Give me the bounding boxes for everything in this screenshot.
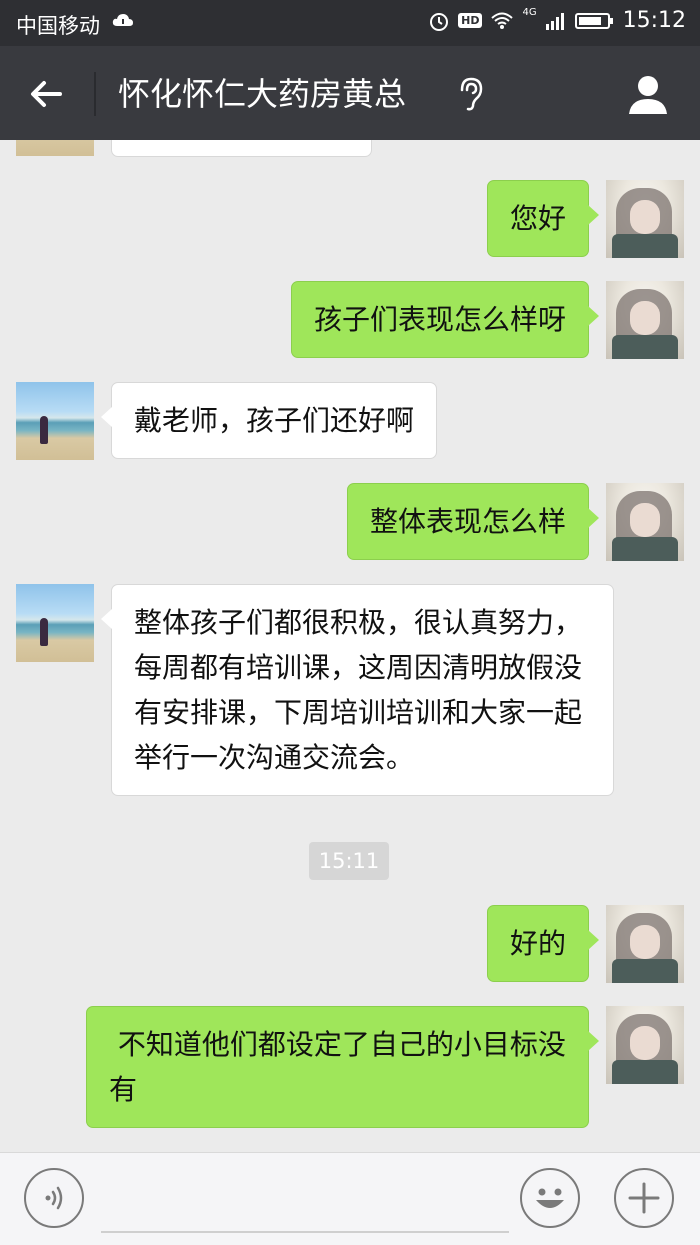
message-bubble-incoming[interactable]: 整体孩子们都很积极，很认真努力，每周都有培训课，这周因清明放假没有安排课，下周培… [101, 584, 614, 796]
message-text: 不知道他们都设定了自己的小目标没有 [109, 1028, 566, 1106]
plus-icon[interactable] [614, 1168, 674, 1228]
message-bubble-incoming[interactable]: 戴老师，孩子们还好啊 [100, 382, 438, 459]
message-bubble-outgoing[interactable]: 好的 [486, 905, 600, 982]
my-avatar[interactable] [606, 281, 684, 359]
message-timestamp: 15:11 [309, 842, 389, 880]
chat-header: 怀化怀仁大药房黄总 [0, 46, 700, 140]
message-text: 孩子们表现怎么样呀 [313, 303, 566, 336]
my-avatar[interactable] [606, 483, 684, 561]
message-input[interactable] [101, 1173, 509, 1233]
battery-icon [574, 12, 613, 29]
network-type: 4G [522, 7, 537, 18]
arrow-left-icon[interactable] [26, 74, 66, 114]
hd-badge: HD [458, 13, 483, 28]
message-text: 好的 [509, 927, 566, 960]
contact-avatar[interactable] [16, 382, 94, 460]
my-avatar[interactable] [606, 1006, 684, 1084]
message-bubble-outgoing[interactable]: 整体表现怎么样 [346, 483, 600, 560]
chat-title: 怀化怀仁大药房黄总 [118, 75, 407, 113]
contact-avatar[interactable] [16, 584, 94, 662]
cloud-icon [112, 14, 133, 26]
status-icons: HD 4G 15:12 [428, 7, 686, 33]
my-avatar[interactable] [606, 180, 684, 258]
wifi-icon [491, 12, 514, 29]
person-icon[interactable] [626, 72, 670, 116]
message-bubble-outgoing[interactable]: 不知道他们都设定了自己的小目标没有 [86, 1006, 599, 1128]
message-text: 整体表现怎么样 [369, 505, 566, 538]
my-avatar[interactable] [606, 905, 684, 983]
header-divider [94, 72, 96, 116]
message-bubble-outgoing[interactable]: 孩子们表现怎么样呀 [290, 281, 600, 358]
signal-icon [545, 12, 564, 30]
clock: 15:12 [622, 8, 686, 33]
input-bar [0, 1152, 700, 1245]
emoji-icon[interactable] [520, 1168, 580, 1228]
message-list[interactable]: 您好 孩子们表现怎么样呀 戴老师，孩子们还好啊 整体表现怎么样 整体孩子们都很积… [0, 140, 700, 1152]
message-text: 戴老师，孩子们还好啊 [134, 404, 415, 437]
message-bubble-outgoing[interactable]: 您好 [486, 180, 600, 257]
carrier-name: 中国移动 [16, 14, 100, 38]
alarm-icon [430, 12, 449, 31]
status-bar: 中国移动 HD 4G 15:12 [0, 0, 700, 46]
contact-avatar[interactable] [16, 140, 94, 156]
voice-icon[interactable] [24, 1168, 84, 1228]
ear-icon [460, 77, 483, 111]
message-text: 整体孩子们都很积极，很认真努力，每周都有培训课，这周因清明放假没有安排课，下周培… [134, 606, 583, 774]
message-text: 您好 [509, 202, 566, 235]
message-bubble-incoming[interactable] [111, 140, 372, 157]
